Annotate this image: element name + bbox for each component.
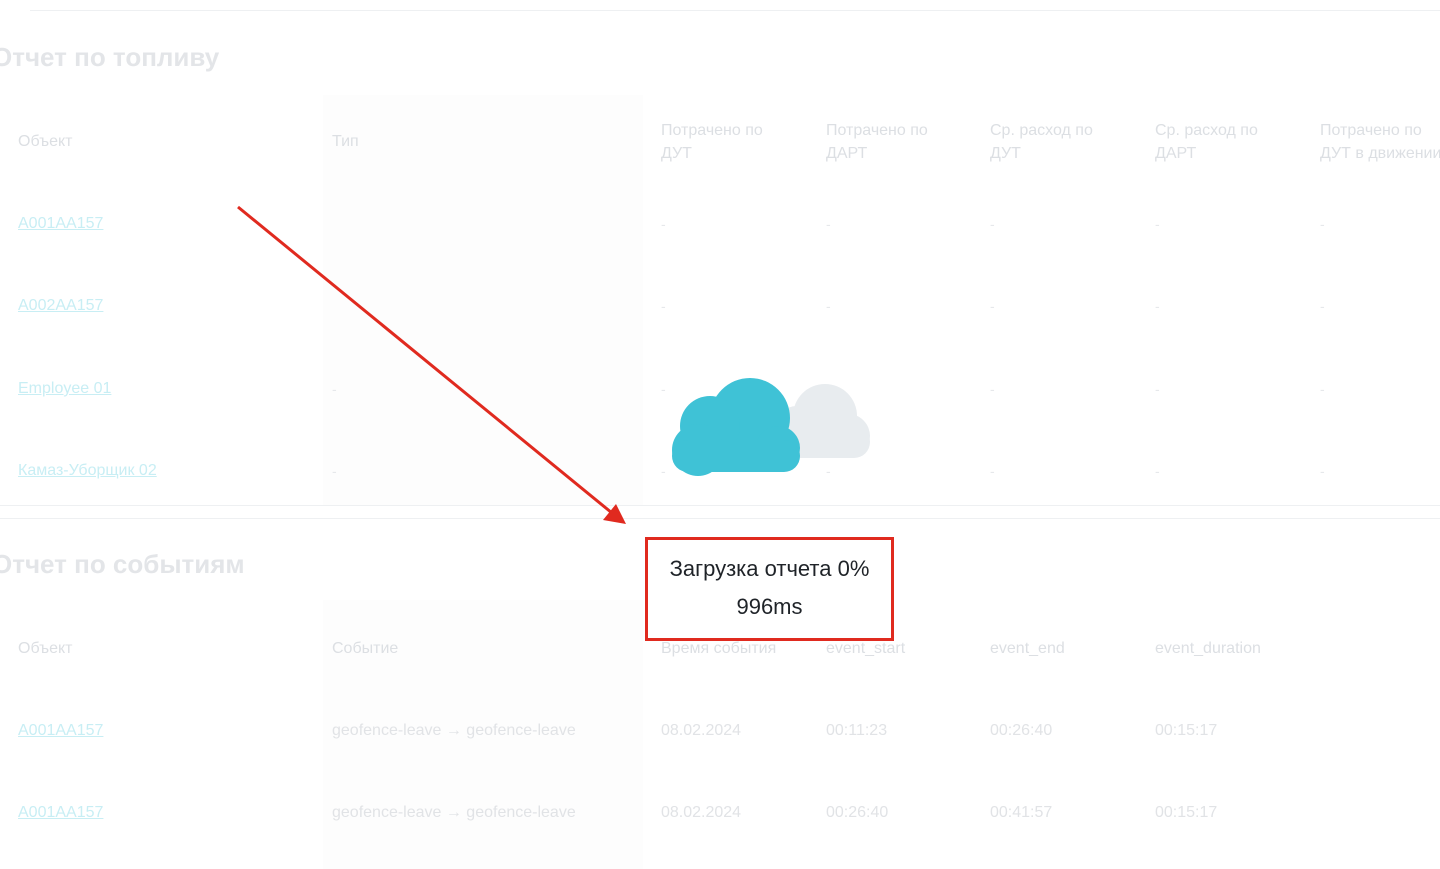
fuel-cell: - [990,298,995,314]
fuel-cell: - [990,216,995,232]
top-divider [30,10,1440,11]
fuel-col-type: Тип [332,133,359,150]
column-shade [323,95,643,505]
events-col-duration: event_duration [1155,640,1261,657]
fuel-col-spent-dut-moving: Потрачено по ДУТ в движении [1320,122,1440,162]
events-cell-start: 00:11:23 [826,722,888,739]
events-col-object: Объект [18,640,73,657]
fuel-cell-type: - [332,381,337,397]
events-cell-duration: 00:15:17 [1155,722,1218,739]
fuel-row-object-link[interactable]: Employee 01 [18,380,111,398]
fuel-cell: - [826,298,831,314]
fuel-row-object-link[interactable]: A001AA157 [18,215,103,233]
fuel-cell: - [661,216,666,232]
fuel-cell-type: - [332,463,337,479]
events-row-object-link[interactable]: A001AA157 [18,722,103,740]
fuel-cell: - [990,381,995,397]
fuel-cell: - [1155,463,1160,479]
report-page: Отчет по топливу Объект Тип Потрачено по… [0,0,1440,869]
loading-progress-text: Загрузка отчета 0% [669,556,870,581]
events-cell-event: geofence-leave → geofence-leave [332,804,576,821]
events-col-event: Событие [332,640,399,657]
events-cell-end: 00:26:40 [990,722,1053,739]
fuel-col-avg-dut: Ср. расход по ДУТ [990,122,1093,162]
events-cell-start: 00:26:40 [826,804,889,821]
fuel-row-object-link[interactable]: A002AA157 [18,297,103,315]
events-cell-time: 08.02.2024 [661,804,742,821]
fuel-row-object-link[interactable]: Камаз-Уборщик 02 [18,462,157,480]
fuel-col-avg-dart: Ср. расход по ДАРТ [1155,122,1258,162]
fuel-cell: - [661,298,666,314]
events-cell-end: 00:41:57 [990,804,1053,821]
events-report-title: Отчет по событиям [0,549,245,579]
fuel-cell: - [1320,463,1325,479]
loading-clouds-icon [672,378,870,476]
loading-status-box: Загрузка отчета 0% 996ms [645,537,894,641]
fuel-col-spent-dut: Потрачено по ДУТ [661,122,763,162]
fuel-cell: - [1320,381,1325,397]
events-cell-duration: 00:15:17 [1155,804,1218,821]
fuel-cell: - [1155,216,1160,232]
fuel-cell: - [1155,381,1160,397]
fuel-cell: - [1155,298,1160,314]
fuel-cell: - [1320,298,1325,314]
events-cell-event: geofence-leave → geofence-leave [332,722,576,739]
section-divider [0,505,1440,506]
events-row-object-link[interactable]: A001AA157 [18,804,103,822]
fuel-cell: - [990,463,995,479]
fuel-col-object: Объект [18,133,73,150]
fuel-cell: - [826,216,831,232]
fuel-report-title: Отчет по топливу [0,42,220,72]
events-col-end: event_end [990,640,1065,657]
events-cell-time: 08.02.2024 [661,722,742,739]
loading-elapsed-time: 996ms [736,594,803,619]
cloud-icon [660,368,890,486]
fuel-col-spent-dart: Потрачено по ДАРТ [826,122,928,162]
fuel-cell: - [1320,216,1325,232]
section-divider [0,518,1440,519]
